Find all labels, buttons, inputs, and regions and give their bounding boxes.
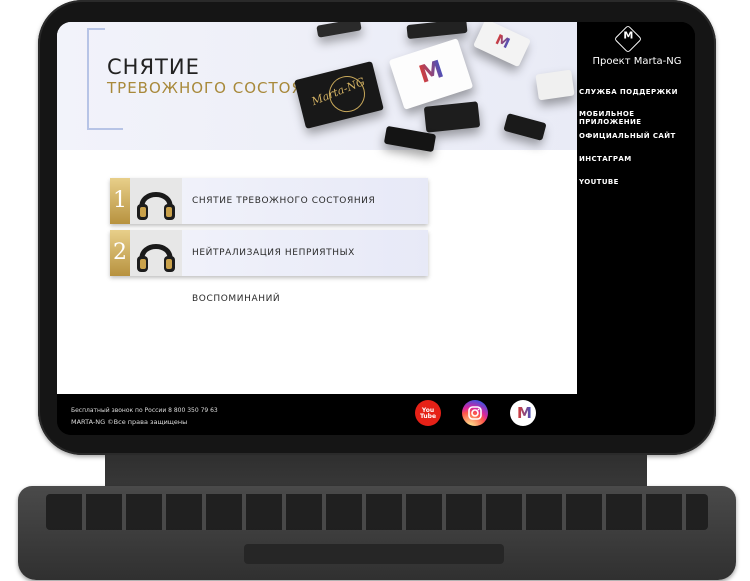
web-page: СНЯТИЕ ТРЕВОЖНОГО СОСТОЯНИЯ M Marta-NG M… bbox=[57, 22, 577, 394]
footer: Бесплатный звонок по России 8 800 350 79… bbox=[57, 394, 695, 435]
brand-title: Проект Marta-NG bbox=[592, 56, 682, 67]
brand-logo-icon: M bbox=[613, 24, 643, 54]
decor-card bbox=[423, 101, 481, 133]
youtube-icon[interactable]: You Tube bbox=[415, 400, 441, 426]
decor-card bbox=[406, 22, 468, 40]
track-number: 2 bbox=[110, 230, 130, 276]
nav-instagram[interactable]: ИНСТАГРАМ bbox=[579, 155, 632, 163]
track-number: 1 bbox=[110, 178, 130, 224]
decor-card bbox=[503, 113, 547, 141]
app-logo-icon[interactable]: M bbox=[510, 400, 536, 426]
m-logo-icon: M bbox=[415, 54, 447, 89]
nav-youtube[interactable]: YOUTUBE bbox=[579, 178, 619, 186]
m-logo-icon: M bbox=[492, 31, 513, 53]
decor-card-brand: Marta-NG bbox=[294, 61, 384, 129]
decor-card-logo: M bbox=[388, 38, 474, 110]
track-item-1[interactable]: 1 СНЯТИЕ ТРЕВОЖНОГО СОСТОЯНИЯ bbox=[110, 178, 428, 224]
footer-copyright: MARTA-NG ©Все права защищены bbox=[71, 418, 188, 426]
sidebar: M Проект Marta-NG СЛУЖБА ПОДДЕРЖКИ МОБИЛ… bbox=[577, 22, 695, 394]
keyboard bbox=[18, 486, 736, 580]
decor-card bbox=[535, 69, 575, 101]
trackpad bbox=[244, 544, 504, 564]
instagram-icon[interactable] bbox=[462, 400, 488, 426]
tablet-screen: СНЯТИЕ ТРЕВОЖНОГО СОСТОЯНИЯ M Marta-NG M… bbox=[57, 22, 695, 435]
headphones-icon bbox=[130, 230, 182, 276]
track-title: СНЯТИЕ ТРЕВОЖНОГО СОСТОЯНИЯ bbox=[192, 196, 376, 206]
brand-logo-letter: M bbox=[623, 30, 634, 42]
hero-title: СНЯТИЕ bbox=[107, 55, 200, 79]
headphones-icon bbox=[130, 178, 182, 224]
decor-card bbox=[316, 22, 362, 38]
decor-card-logo: M bbox=[473, 22, 531, 68]
hero-banner: СНЯТИЕ ТРЕВОЖНОГО СОСТОЯНИЯ M Marta-NG M bbox=[57, 22, 577, 153]
track-item-2[interactable]: 2 НЕЙТРАЛИЗАЦИЯ НЕПРИЯТНЫХ ВОСПОМИНАНИЙ bbox=[110, 230, 428, 304]
hero-frame-decor-top bbox=[87, 28, 105, 30]
footer-phone: Бесплатный звонок по России 8 800 350 79… bbox=[71, 407, 218, 414]
keyboard-keys bbox=[46, 494, 708, 530]
nav-official-site[interactable]: ОФИЦИАЛЬНЫЙ САЙТ bbox=[579, 132, 676, 140]
youtube-label: You Tube bbox=[419, 407, 437, 420]
app-logo-letter: M bbox=[517, 404, 532, 422]
nav-support[interactable]: СЛУЖБА ПОДДЕРЖКИ bbox=[579, 88, 678, 96]
track-title: НЕЙТРАЛИЗАЦИЯ НЕПРИЯТНЫХ ВОСПОМИНАНИЙ bbox=[192, 248, 355, 304]
nav-mobile-app[interactable]: МОБИЛЬНОЕ ПРИЛОЖЕНИЕ bbox=[579, 110, 695, 126]
